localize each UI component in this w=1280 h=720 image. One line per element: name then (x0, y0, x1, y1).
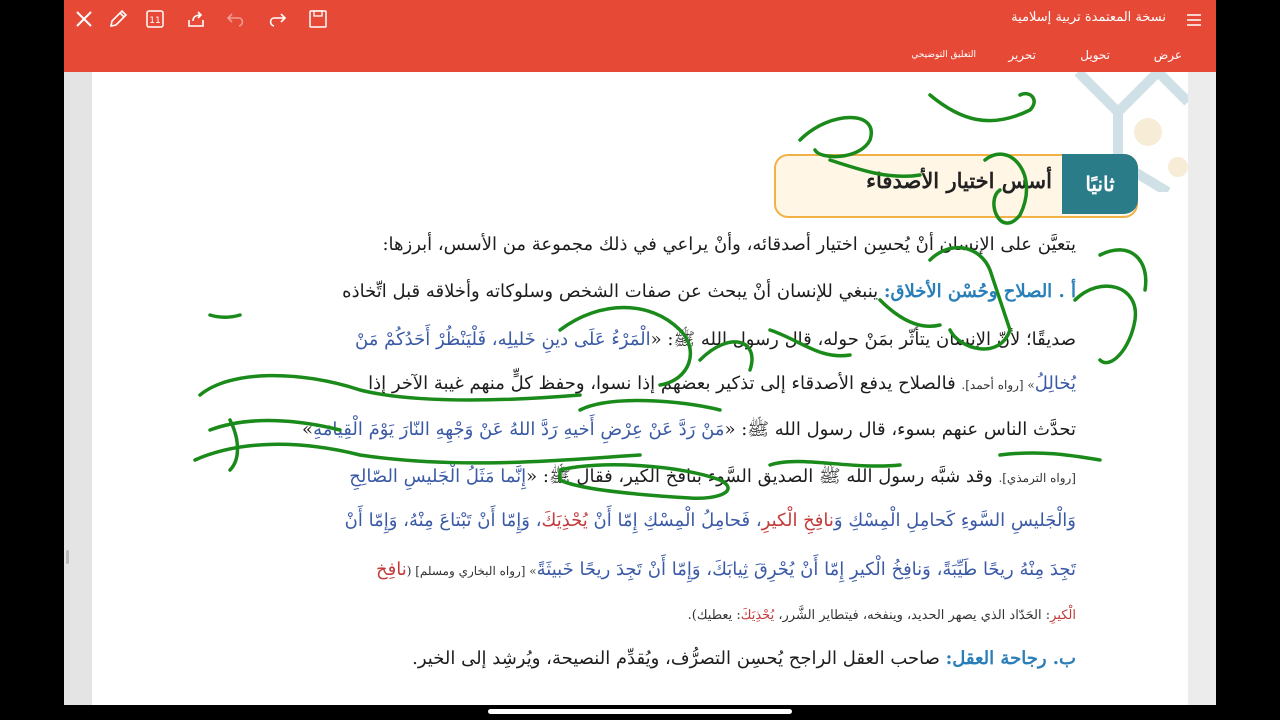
paragraph-line: صديقًا؛ لأنّ الإنسان يتأثّر بمَنْ حوله، … (355, 329, 1076, 350)
glossary-note: الْكيرِ: الحَدّاد الذي يصهر الحديد، وينف… (687, 608, 1076, 623)
document-title: نسخة المعتمدة تربية إسلامية (1011, 10, 1166, 25)
subheading: ب. رجاحة العقل: (945, 648, 1076, 669)
paragraph-line: أ . الصلاح وحُسْن الأخلاق: ينبغي للإنسان… (342, 281, 1076, 302)
paragraph-line: يُخالِلُ» [رواه أحمد]. فالصلاح يدفع الأص… (368, 373, 1076, 394)
tab-view[interactable]: عرض (1154, 48, 1182, 62)
section-number-tag: ثانيًا (1062, 154, 1138, 214)
reference: [رواه الترمذي]. (998, 471, 1076, 485)
menu-icon[interactable] (1184, 10, 1204, 30)
paragraph-line: يتعيَّن على الإنسان أنْ يُحسِن اختيار أص… (382, 234, 1076, 255)
close-icon[interactable] (73, 8, 95, 30)
document-page[interactable]: ثانيًا أسس اختيار الأصدقاء يتعيَّن على ا… (92, 72, 1188, 705)
reference: » [رواه البخاري ومسلم] ( (406, 564, 537, 578)
paragraph-line: تَجِدَ مِنْهُ ريحًا طَيِّبَةً، وَنافِخُ … (375, 559, 1076, 580)
paragraph-line: [رواه الترمذي]. وقد شبَّه رسول الله ﷺ ال… (349, 466, 1076, 487)
section-title: أسس اختيار الأصدقاء (866, 168, 1052, 193)
hadith-quote: مَنْ رَدَّ عَنْ عِرْضِ أَخيهِ رَدَّ الله… (313, 419, 725, 440)
undo-icon[interactable] (225, 8, 247, 30)
paragraph-line: وَالْجَليسِ السَّوءِ كَحامِلِ الْمِسْكِ … (344, 510, 1076, 531)
scroll-handle[interactable] (66, 550, 69, 564)
glossary-term: يُحْذِيَكَ (541, 510, 588, 531)
page-count: 11 (149, 16, 160, 26)
glossary-term: نافِخِ الْكيرِ (761, 510, 834, 531)
tab-convert[interactable]: تحويل (1080, 48, 1110, 62)
hadith-quote: الْمَرْءُ عَلَى دينِ خَليلِه، فَلْيَنْظُ… (355, 329, 651, 350)
tab-annotate[interactable]: التعليق التوضيحي (911, 50, 976, 60)
paragraph-line: ب. رجاحة العقل: صاحب العقل الراجح يُحسِن… (412, 648, 1076, 669)
redo-icon[interactable] (266, 8, 288, 30)
top-toolbar: 11 نسخة المعتمدة تربية إسلامية عرض تحويل… (64, 0, 1216, 72)
app-window: 11 نسخة المعتمدة تربية إسلامية عرض تحويل… (64, 0, 1216, 705)
hadith-quote: إِنَّما مَثَلُ الْجَليسِ الصّالِحِ (349, 466, 527, 487)
subheading: أ . الصلاح وحُسْن الأخلاق: (883, 281, 1076, 302)
tab-edit[interactable]: تحرير (1008, 48, 1036, 62)
page-margin (64, 72, 92, 705)
glossary-term: نافِخ (375, 559, 407, 580)
pen-icon[interactable] (107, 8, 129, 30)
reference: » [رواه أحمد]. (961, 378, 1035, 392)
home-indicator[interactable] (488, 709, 792, 714)
page-count-icon[interactable]: 11 (144, 8, 166, 30)
save-icon[interactable] (307, 8, 329, 30)
share-icon[interactable] (185, 8, 207, 30)
paragraph-line: تحدَّث الناس عنهم بسوء، قال رسول الله ﷺ:… (302, 419, 1076, 440)
